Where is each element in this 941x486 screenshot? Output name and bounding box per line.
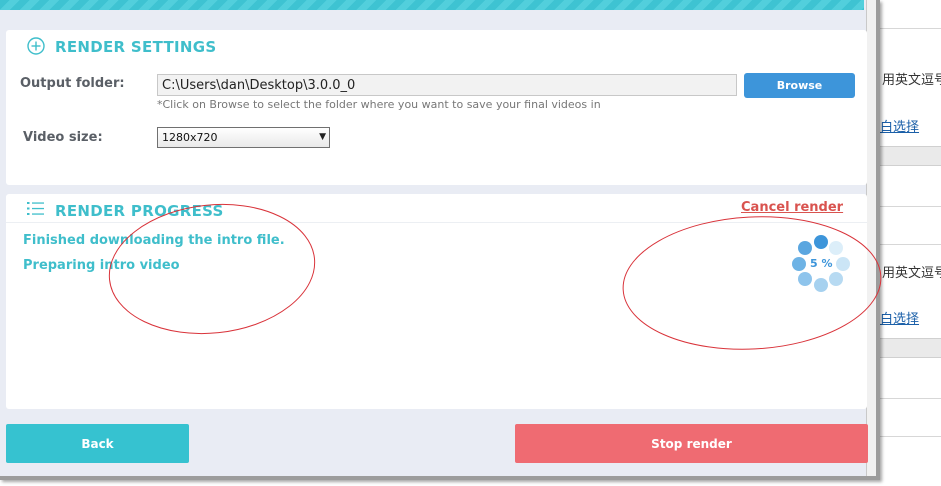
background-divider <box>878 398 941 399</box>
output-folder-input[interactable] <box>157 74 737 96</box>
background-link[interactable]: 白选择 <box>880 308 919 327</box>
background-link[interactable]: 白选择 <box>880 116 919 135</box>
video-size-label: Video size: <box>23 130 103 145</box>
background-divider <box>878 436 941 437</box>
background-divider <box>878 28 941 29</box>
plus-circle-icon <box>27 37 45 55</box>
render-progress-panel: RENDER PROGRESS Cancel render Finished d… <box>6 194 867 409</box>
render-dialog: RENDER SETTINGS Output folder: Browse *C… <box>0 0 880 480</box>
status-line: Finished downloading the intro file. <box>23 233 285 248</box>
render-progress-title: RENDER PROGRESS <box>55 202 224 220</box>
output-folder-label: Output folder: <box>20 76 125 91</box>
stop-render-button[interactable]: Stop render <box>515 424 868 463</box>
spinner-dot <box>798 241 812 255</box>
video-size-select[interactable]: 1280x720 ▼ <box>157 127 330 148</box>
spinner-dot <box>814 235 828 249</box>
background-divider <box>878 206 941 207</box>
background-band <box>878 146 941 166</box>
background-band <box>878 338 941 358</box>
render-settings-panel: RENDER SETTINGS Output folder: Browse *C… <box>6 30 867 185</box>
list-icon <box>27 202 44 215</box>
background-text: 用英文逗号 <box>882 266 941 281</box>
browse-button[interactable]: Browse <box>744 73 855 98</box>
chevron-down-icon: ▼ <box>319 132 326 142</box>
spinner-dot <box>836 257 850 271</box>
progress-percent: 5 % <box>810 257 833 270</box>
background-divider <box>878 244 941 245</box>
panel-divider <box>6 222 867 223</box>
spinner-dot <box>814 278 828 292</box>
cancel-render-link[interactable]: Cancel render <box>741 200 843 215</box>
screen: 用英文逗号 白选择 用英文逗号 白选择 RENDER SETTINGS Outp… <box>0 0 941 486</box>
render-settings-title: RENDER SETTINGS <box>55 38 217 56</box>
spinner-dot <box>792 257 806 271</box>
dialog-scrollbar[interactable] <box>866 0 876 476</box>
output-folder-hint: *Click on Browse to select the folder wh… <box>157 98 601 111</box>
spinner-dot <box>829 272 843 286</box>
top-decorative-strip <box>0 0 864 10</box>
back-button[interactable]: Back <box>6 424 189 463</box>
background-window: 用英文逗号 白选择 用英文逗号 白选择 <box>878 0 941 486</box>
video-size-value: 1280x720 <box>162 131 218 144</box>
spinner-dot <box>798 272 812 286</box>
status-line: Preparing intro video <box>23 258 180 273</box>
spinner-dot <box>829 241 843 255</box>
background-text: 用英文逗号 <box>882 73 941 88</box>
